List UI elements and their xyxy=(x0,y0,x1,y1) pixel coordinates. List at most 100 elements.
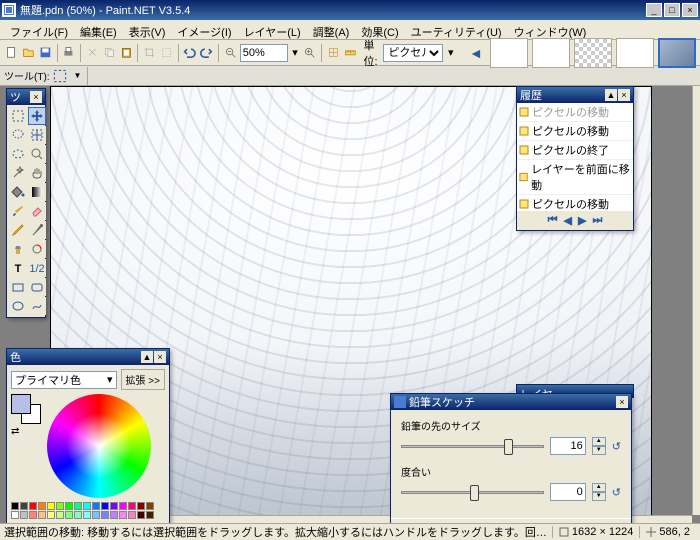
tool-move-selection[interactable] xyxy=(28,126,46,144)
new-button[interactable] xyxy=(4,43,19,63)
grid-button[interactable] xyxy=(326,43,341,63)
palette-color[interactable] xyxy=(20,511,28,519)
zoom-dropdown-button[interactable]: ▾ xyxy=(290,43,301,63)
palette-color[interactable] xyxy=(74,511,82,519)
doc-thumb-1[interactable] xyxy=(490,38,528,68)
palette-color[interactable] xyxy=(47,502,55,510)
menu-adjust[interactable]: 調整(A) xyxy=(307,22,356,37)
palette-color[interactable] xyxy=(119,502,127,510)
history-item[interactable]: ピクセルの終了 xyxy=(517,141,633,160)
history-panel-title[interactable]: 履歴▲× xyxy=(517,87,633,103)
tool-line[interactable]: 1/2 xyxy=(28,259,46,277)
palette-color[interactable] xyxy=(137,502,145,510)
tool-lasso[interactable] xyxy=(9,126,27,144)
fg-color-swatch[interactable] xyxy=(11,394,31,414)
ruler-button[interactable] xyxy=(343,43,358,63)
panel-roll-icon[interactable]: ▲ xyxy=(141,351,153,363)
tool-recolor[interactable] xyxy=(28,240,46,258)
thumb-prev-icon[interactable]: ◄ xyxy=(466,43,486,63)
history-list[interactable]: ピクセルの移動ピクセルの移動ピクセルの終了レイヤーを前面に移動ピクセルの移動ピク… xyxy=(517,103,633,211)
tool-pan[interactable] xyxy=(28,164,46,182)
minimize-button[interactable]: _ xyxy=(646,3,662,17)
menu-layers[interactable]: レイヤー(L) xyxy=(238,22,307,37)
tool-ellipse[interactable] xyxy=(9,297,27,315)
tool-gradient[interactable] xyxy=(28,183,46,201)
zoom-out-icon[interactable] xyxy=(223,43,238,63)
tools-panel-title[interactable]: ツ× xyxy=(7,89,45,105)
color-wheel[interactable] xyxy=(47,394,151,498)
undo-button[interactable] xyxy=(182,43,197,63)
tool-picker[interactable] xyxy=(28,221,46,239)
close-button[interactable]: × xyxy=(682,3,698,17)
tool-brush[interactable] xyxy=(9,202,27,220)
swap-colors-icon[interactable]: ⇄ xyxy=(11,426,41,437)
palette-color[interactable] xyxy=(101,502,109,510)
doc-thumb-5[interactable] xyxy=(658,38,696,68)
maximize-button[interactable]: □ xyxy=(664,3,680,17)
palette-color[interactable] xyxy=(38,502,46,510)
palette-color[interactable] xyxy=(74,502,82,510)
tool-clone[interactable] xyxy=(9,240,27,258)
history-first-icon[interactable]: ⏮ xyxy=(548,214,558,227)
tool-move[interactable] xyxy=(28,107,46,125)
menu-effects[interactable]: 効果(C) xyxy=(355,22,404,37)
palette-color[interactable] xyxy=(128,511,136,519)
tool-ellipse-select[interactable] xyxy=(9,145,27,163)
paste-button[interactable] xyxy=(119,43,134,63)
palette-color[interactable] xyxy=(11,511,19,519)
current-tool-icon[interactable] xyxy=(50,66,70,86)
color-swatches[interactable] xyxy=(11,394,41,424)
menu-file[interactable]: ファイル(F) xyxy=(4,22,74,37)
palette-color[interactable] xyxy=(29,502,37,510)
palette-color[interactable] xyxy=(92,511,100,519)
size-spinner[interactable]: ▲▼ xyxy=(592,437,606,455)
palette-color[interactable] xyxy=(119,511,127,519)
panel-roll-icon[interactable]: ▲ xyxy=(605,89,617,101)
doc-thumb-3[interactable] xyxy=(574,38,612,68)
menu-view[interactable]: 表示(V) xyxy=(123,22,172,37)
doc-thumb-4[interactable] xyxy=(616,38,654,68)
history-item[interactable]: ピクセルの移動 xyxy=(517,103,633,122)
vertical-scrollbar[interactable] xyxy=(692,86,700,515)
palette-color[interactable] xyxy=(65,511,73,519)
tool-text[interactable]: T xyxy=(9,259,27,277)
history-last-icon[interactable]: ⏭ xyxy=(592,214,602,227)
panel-close-icon[interactable]: × xyxy=(30,91,42,103)
tool-dropdown-icon[interactable]: ▼ xyxy=(74,71,82,80)
tool-eraser[interactable] xyxy=(28,202,46,220)
palette-color[interactable] xyxy=(146,511,154,519)
palette-color[interactable] xyxy=(65,502,73,510)
tool-rect[interactable] xyxy=(9,278,27,296)
redo-button[interactable] xyxy=(199,43,214,63)
cut-button[interactable] xyxy=(85,43,100,63)
tool-rect-select[interactable] xyxy=(9,107,27,125)
panel-close-icon[interactable]: × xyxy=(618,89,630,101)
range-reset-icon[interactable]: ↺ xyxy=(612,486,621,499)
range-spinner[interactable]: ▲▼ xyxy=(592,483,606,501)
palette-color[interactable] xyxy=(38,511,46,519)
history-item[interactable]: レイヤーを前面に移動 xyxy=(517,160,633,195)
history-prev-icon[interactable]: ◀ xyxy=(564,214,572,227)
doc-thumb-2[interactable] xyxy=(532,38,570,68)
palette-color[interactable] xyxy=(29,511,37,519)
color-mode-select[interactable]: プライマリ色▾ xyxy=(11,371,117,389)
size-reset-icon[interactable]: ↺ xyxy=(612,440,621,453)
tool-zoom[interactable] xyxy=(28,145,46,163)
save-button[interactable] xyxy=(38,43,53,63)
menu-utility[interactable]: ユーティリティ(U) xyxy=(405,22,508,37)
dialog-title[interactable]: 鉛筆スケッチ× xyxy=(391,394,631,410)
panel-close-icon[interactable]: × xyxy=(154,351,166,363)
print-button[interactable] xyxy=(61,43,76,63)
crop-button[interactable] xyxy=(142,43,157,63)
palette-color[interactable] xyxy=(128,502,136,510)
tool-magic-wand[interactable] xyxy=(9,164,27,182)
size-input[interactable] xyxy=(550,437,586,455)
palette-color[interactable] xyxy=(110,511,118,519)
palette-color[interactable] xyxy=(56,511,64,519)
menu-image[interactable]: イメージ(I) xyxy=(171,22,237,37)
colors-panel-title[interactable]: 色▲× xyxy=(7,349,169,365)
tool-freeform[interactable] xyxy=(28,297,46,315)
tool-pencil[interactable] xyxy=(9,221,27,239)
unit-dropdown-icon[interactable]: ▾ xyxy=(445,43,456,63)
open-button[interactable] xyxy=(21,43,36,63)
